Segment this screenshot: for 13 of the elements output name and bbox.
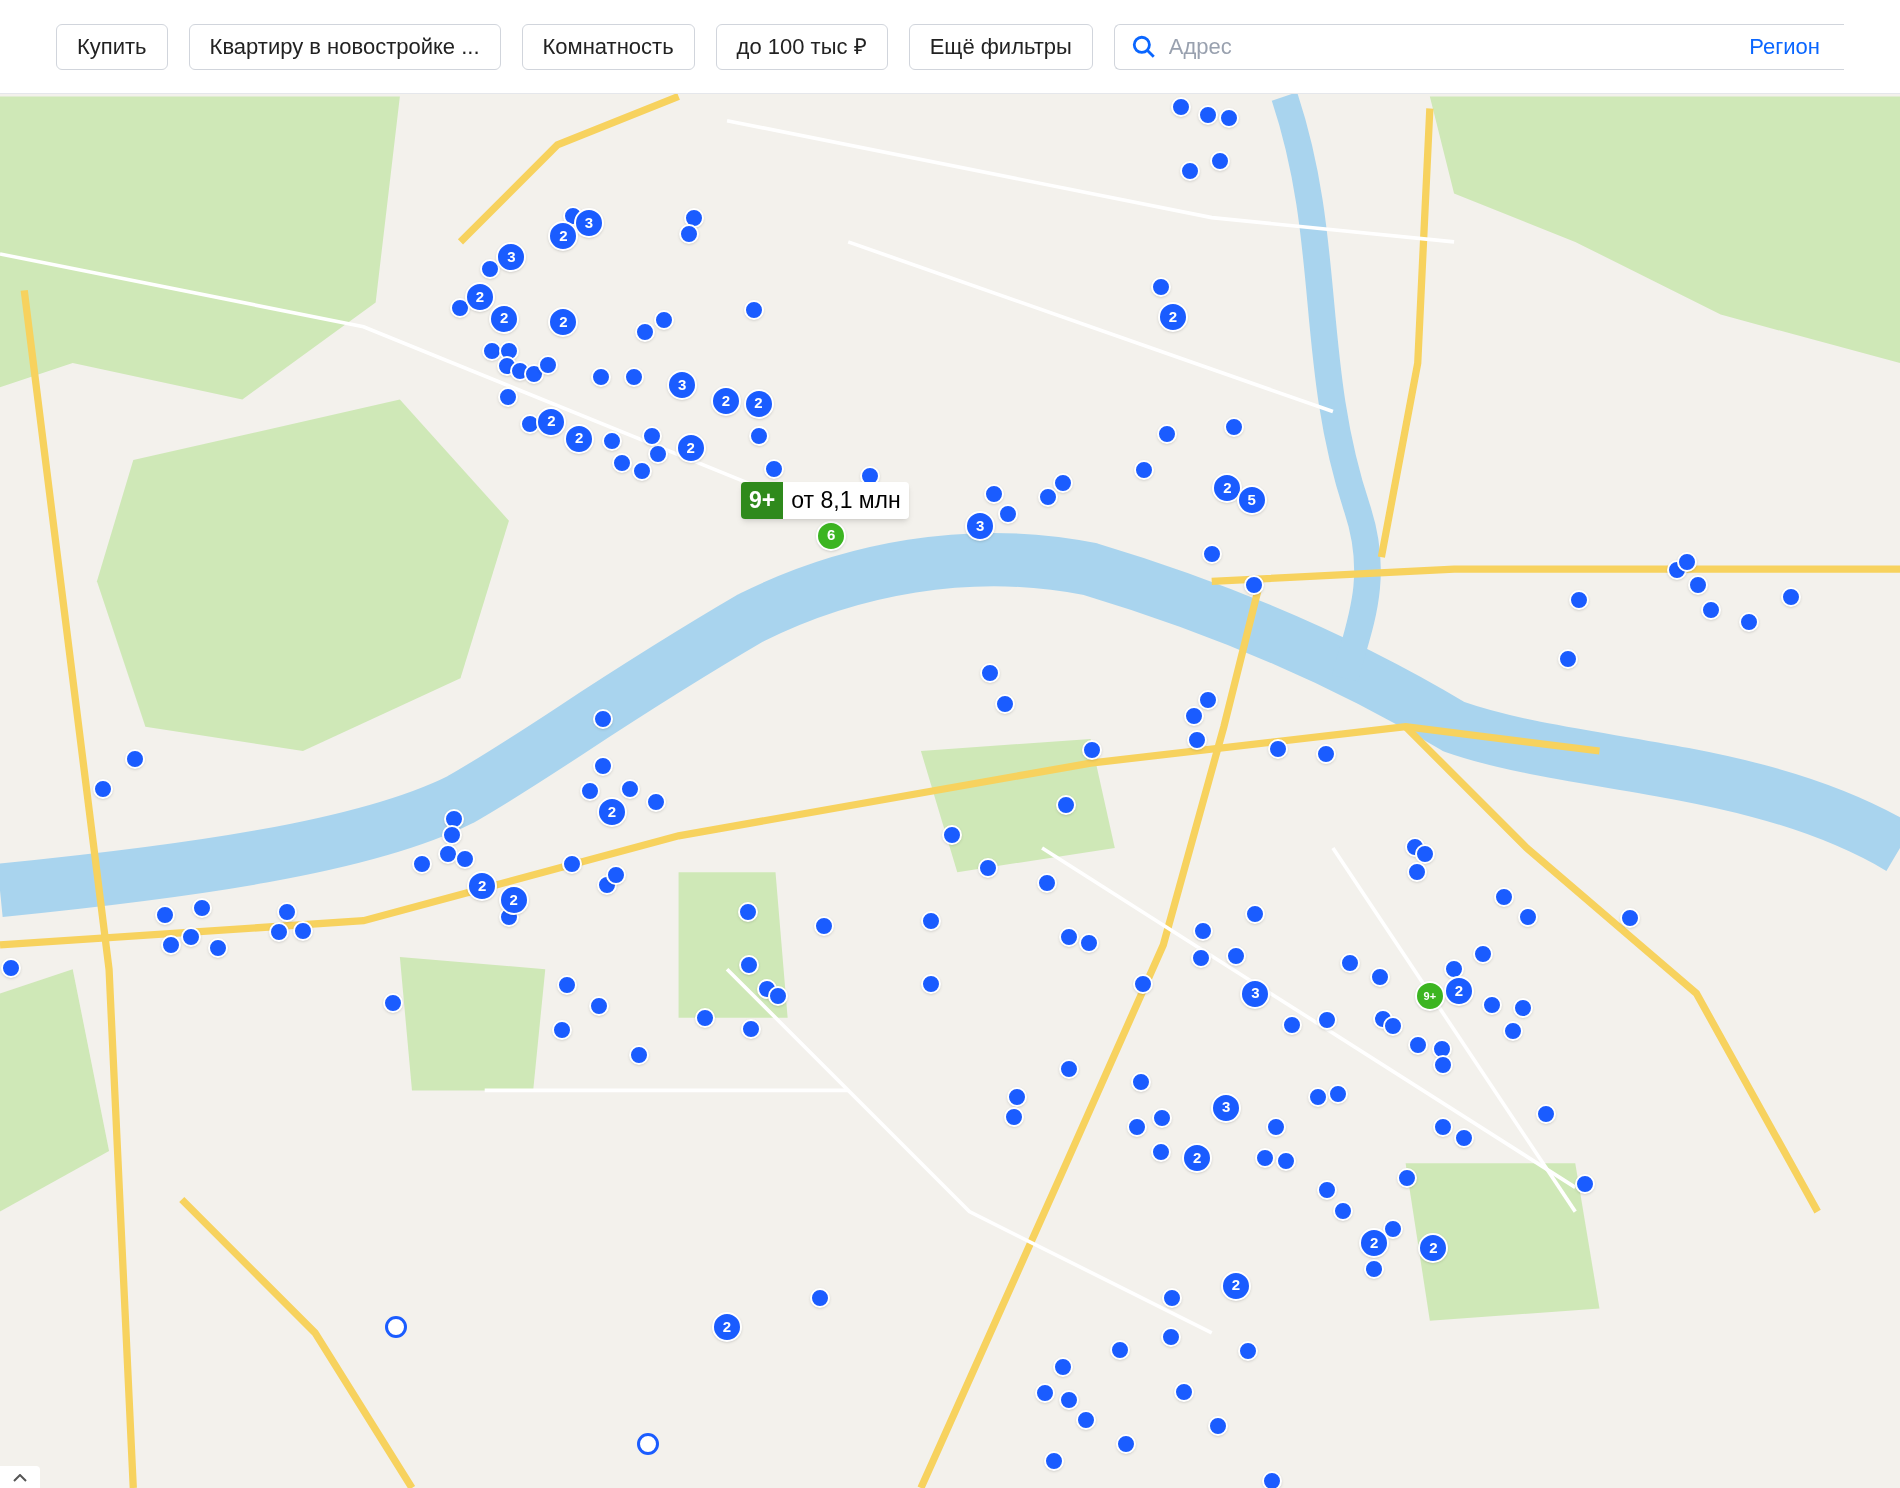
count-badge: 9+ bbox=[741, 482, 784, 519]
search-field[interactable]: Адрес Регион bbox=[1113, 23, 1844, 70]
region-link[interactable]: Регион bbox=[1749, 30, 1844, 63]
filter-button[interactable]: Ещё фильтры bbox=[908, 23, 1093, 70]
price-tooltip[interactable]: 9+ от 8,1 млн bbox=[741, 482, 909, 519]
collapse-button[interactable] bbox=[0, 1466, 40, 1488]
price-label: от 8,1 млн bbox=[791, 486, 901, 516]
filter-button[interactable]: Купить bbox=[56, 23, 168, 70]
filter-button[interactable]: до 100 тыс ₽ bbox=[715, 23, 888, 70]
search-icon bbox=[1130, 33, 1157, 60]
filter-button[interactable]: Квартиру в новостройке ... bbox=[188, 23, 501, 70]
filter-button[interactable]: Комнатность bbox=[521, 23, 695, 70]
chevron-icon bbox=[13, 1474, 27, 1482]
